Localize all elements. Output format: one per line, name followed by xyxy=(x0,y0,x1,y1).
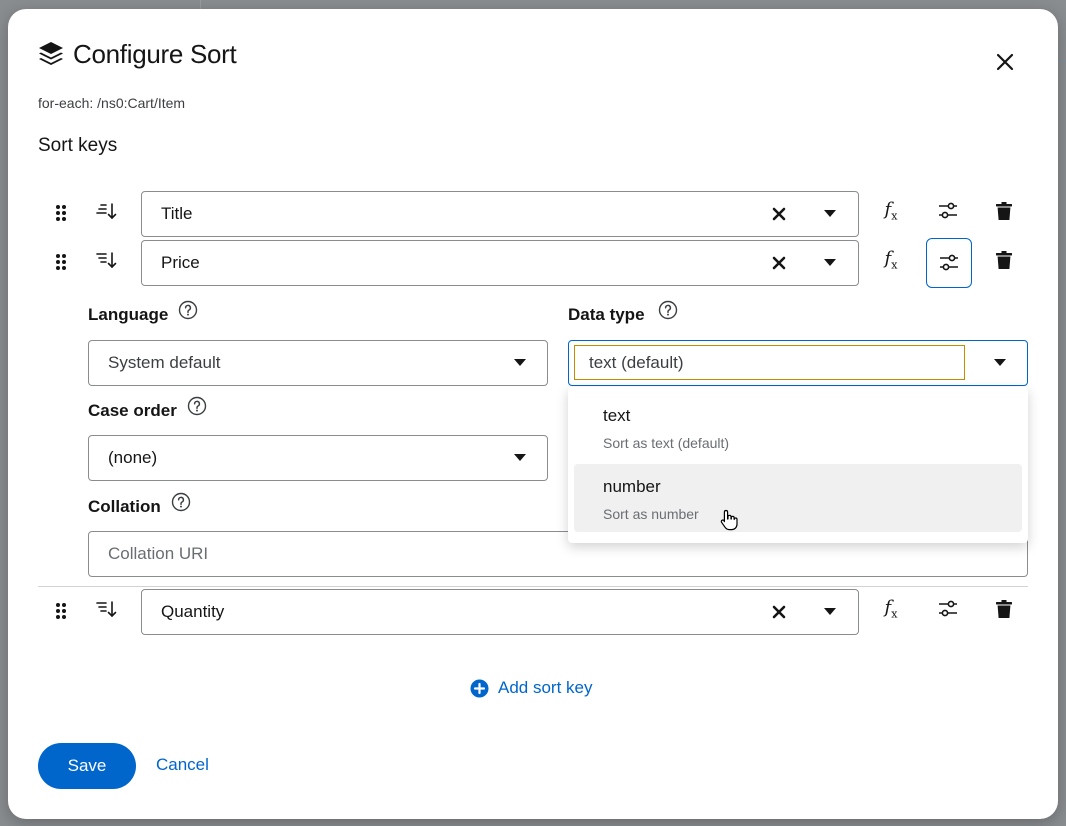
add-sort-key-label: Add sort key xyxy=(498,678,593,697)
options-button[interactable] xyxy=(926,585,970,633)
clear-icon[interactable] xyxy=(768,203,790,225)
chevron-down-icon xyxy=(510,353,530,373)
sort-order-icon[interactable] xyxy=(95,199,119,223)
menu-option-number[interactable]: number Sort as number xyxy=(574,464,1022,532)
options-button-active[interactable] xyxy=(926,238,972,288)
menu-option-text[interactable]: text Sort as text (default) xyxy=(574,393,1022,461)
chevron-down-icon[interactable] xyxy=(820,253,840,273)
close-button[interactable] xyxy=(990,47,1020,77)
sort-key-select[interactable]: Price xyxy=(141,240,859,286)
add-sort-key-button[interactable]: Add sort key xyxy=(470,678,593,698)
sort-key-select[interactable]: Quantity xyxy=(141,589,859,635)
help-icon[interactable] xyxy=(658,300,678,320)
drag-handle-icon[interactable] xyxy=(53,202,69,224)
case-order-value: (none) xyxy=(108,448,158,467)
background-app-edge xyxy=(1058,60,1066,61)
data-type-label: Data type xyxy=(568,305,645,324)
chevron-down-icon[interactable] xyxy=(820,204,840,224)
option-description: Sort as text (default) xyxy=(603,435,730,451)
data-type-menu: text Sort as text (default) number Sort … xyxy=(568,387,1028,543)
option-label: number xyxy=(603,477,661,496)
section-title: Sort keys xyxy=(38,135,118,156)
function-icon: fx xyxy=(884,597,898,621)
configure-sort-dialog: Configure Sort for-each: /ns0:Cart/Item … xyxy=(8,9,1058,819)
drag-handle-icon[interactable] xyxy=(53,600,69,622)
options-button[interactable] xyxy=(926,187,970,235)
plus-circle-icon xyxy=(470,679,489,697)
help-icon[interactable] xyxy=(187,396,207,416)
sort-key-value: Quantity xyxy=(161,602,225,621)
save-button[interactable]: Save xyxy=(38,743,136,789)
data-type-value: text (default) xyxy=(574,345,965,380)
sliders-icon xyxy=(940,254,958,271)
expression-button[interactable]: fx xyxy=(869,236,913,284)
trash-icon xyxy=(996,202,1012,220)
function-icon: fx xyxy=(884,248,898,272)
close-icon xyxy=(996,53,1014,71)
chevron-down-icon xyxy=(510,448,530,468)
collation-label: Collation xyxy=(88,497,161,516)
language-value: System default xyxy=(108,353,221,372)
clear-icon[interactable] xyxy=(768,601,790,623)
chevron-down-icon xyxy=(990,353,1010,373)
case-order-label: Case order xyxy=(88,401,177,420)
sort-order-icon[interactable] xyxy=(95,248,119,272)
delete-button[interactable] xyxy=(982,236,1026,284)
option-label: text xyxy=(603,406,631,425)
delete-button[interactable] xyxy=(982,585,1026,633)
sort-order-icon[interactable] xyxy=(95,597,119,621)
sliders-icon xyxy=(939,202,957,219)
layers-icon xyxy=(37,40,65,68)
delete-button[interactable] xyxy=(982,187,1026,235)
dialog-title: Configure Sort xyxy=(73,39,237,69)
sort-key-select[interactable]: Title xyxy=(141,191,859,237)
option-description: Sort as number xyxy=(603,506,699,522)
function-icon: fx xyxy=(884,199,898,223)
data-type-select[interactable]: text (default) xyxy=(568,340,1028,386)
chevron-down-icon[interactable] xyxy=(820,602,840,622)
expression-button[interactable]: fx xyxy=(869,187,913,235)
sliders-icon xyxy=(939,600,957,617)
expression-button[interactable]: fx xyxy=(869,585,913,633)
clear-icon[interactable] xyxy=(768,252,790,274)
language-label: Language xyxy=(88,305,169,324)
trash-icon xyxy=(996,251,1012,269)
sort-key-value: Title xyxy=(161,204,193,223)
drag-handle-icon[interactable] xyxy=(53,251,69,273)
hand-cursor-icon xyxy=(720,509,738,536)
sort-key-value: Price xyxy=(161,253,200,272)
help-icon[interactable] xyxy=(178,300,198,320)
help-icon[interactable] xyxy=(171,492,191,512)
case-order-select[interactable]: (none) xyxy=(88,435,548,481)
language-select[interactable]: System default xyxy=(88,340,548,386)
trash-icon xyxy=(996,600,1012,618)
dialog-subtitle: for-each: /ns0:Cart/Item xyxy=(38,95,186,111)
cancel-button[interactable]: Cancel xyxy=(156,755,209,775)
background-app xyxy=(200,0,201,9)
